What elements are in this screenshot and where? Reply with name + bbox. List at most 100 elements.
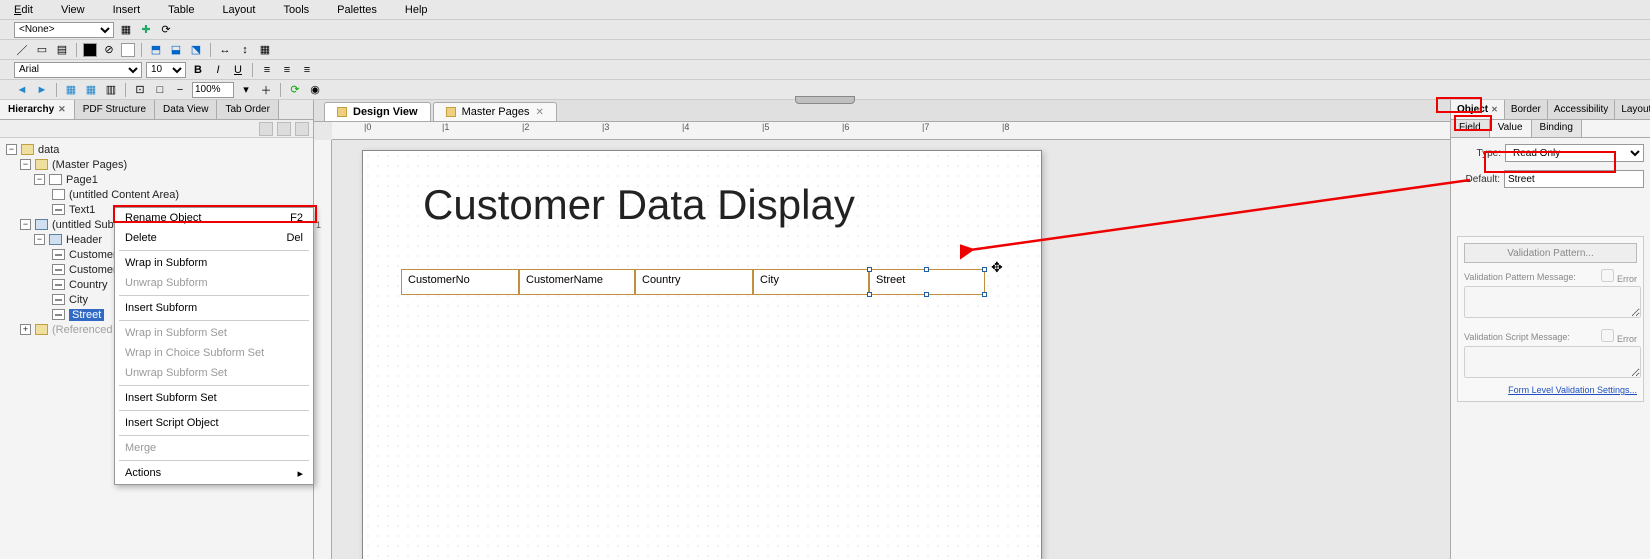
move-down-icon[interactable] [277, 122, 291, 136]
no-stroke-icon[interactable]: ⊘ [101, 42, 117, 58]
border-icon[interactable]: ▤ [54, 42, 70, 58]
manage-style-icon[interactable]: ⟳ [158, 22, 174, 38]
tab-border[interactable]: Border [1505, 100, 1548, 119]
menu-tools[interactable]: Tools [283, 4, 309, 16]
menu-layout[interactable]: Layout [222, 4, 255, 16]
group-icon[interactable]: ▦ [257, 42, 273, 58]
font-size[interactable]: 10 [146, 62, 186, 78]
zoom-fit-icon[interactable]: ⊡ [132, 82, 148, 98]
form-validation-link[interactable]: Form Level Validation Settings... [1464, 385, 1637, 395]
subtab-value[interactable]: Value [1490, 120, 1532, 137]
options-icon[interactable] [295, 122, 309, 136]
align-left-obj-icon[interactable]: ⬒ [148, 42, 164, 58]
field-city[interactable]: City [753, 269, 869, 295]
bold-icon[interactable]: B [190, 62, 206, 78]
tab-hierarchy[interactable]: Hierarchy✕ [0, 100, 75, 119]
expand-icon[interactable]: + [20, 324, 31, 335]
preview-icon[interactable]: ◉ [307, 82, 323, 98]
cm-delete[interactable]: DeleteDel [115, 228, 313, 248]
align-center-icon[interactable]: ≡ [279, 62, 295, 78]
subtab-binding[interactable]: Binding [1532, 120, 1582, 137]
align-right-obj-icon[interactable]: ⬔ [188, 42, 204, 58]
cm-actions[interactable]: Actions▸ [115, 463, 313, 484]
field-customerno[interactable]: CustomerNo [401, 269, 519, 295]
tree-root[interactable]: −data [2, 142, 311, 157]
zoom-in-icon[interactable]: ＋ [258, 82, 274, 98]
default-input[interactable] [1504, 170, 1644, 188]
collapse-icon[interactable]: − [34, 234, 45, 245]
tree-content-area[interactable]: (untitled Content Area) [2, 187, 311, 202]
collapse-icon[interactable]: − [6, 144, 17, 155]
type-select[interactable]: Read Only [1505, 144, 1644, 162]
error-checkbox-1[interactable] [1601, 269, 1614, 282]
menu-palettes[interactable]: Palettes [337, 4, 377, 16]
align-center-obj-icon[interactable]: ⬓ [168, 42, 184, 58]
new-style-icon[interactable]: ✚ [138, 22, 154, 38]
cm-insert-script[interactable]: Insert Script Object [115, 413, 313, 433]
splitter-grip[interactable] [795, 96, 855, 104]
tab-layout[interactable]: Layout [1615, 100, 1650, 119]
font-family[interactable]: Arial [14, 62, 142, 78]
tab-pdf-structure[interactable]: PDF Structure [75, 100, 155, 119]
tab-accessibility[interactable]: Accessibility [1548, 100, 1615, 119]
canvas-scroll[interactable]: Customer Data Display CustomerNo Custome… [332, 140, 1450, 559]
menu-table[interactable]: Table [168, 4, 194, 16]
val-script-msg-text[interactable] [1464, 346, 1641, 378]
menu-bar: EEditdit View Insert Table Layout Tools … [0, 0, 1650, 20]
menu-edit[interactable]: EEditdit [14, 4, 33, 16]
tree-page1[interactable]: −Page1 [2, 172, 311, 187]
close-icon[interactable]: ✕ [58, 104, 66, 115]
underline-icon[interactable]: U [230, 62, 246, 78]
collapse-icon[interactable]: − [20, 219, 31, 230]
zoom-out-icon[interactable]: − [172, 82, 188, 98]
menu-insert[interactable]: Insert [113, 4, 141, 16]
zoom-actual-icon[interactable]: □ [152, 82, 168, 98]
cm-wrap-subform[interactable]: Wrap in Subform [115, 253, 313, 273]
tab-design-view[interactable]: Design View [324, 102, 431, 121]
error-checkbox-2[interactable] [1601, 329, 1614, 342]
field-country[interactable]: Country [635, 269, 753, 295]
subtab-field[interactable]: Field [1451, 120, 1490, 137]
tab-master-pages[interactable]: Master Pages✕ [433, 102, 557, 121]
close-icon[interactable]: ✕ [535, 107, 543, 118]
align-right-icon[interactable]: ≡ [299, 62, 315, 78]
nav-back-icon[interactable]: ◄ [14, 82, 30, 98]
apply-style-icon[interactable]: ▦ [118, 22, 134, 38]
menu-help[interactable]: Help [405, 4, 428, 16]
guides-icon[interactable]: ▥ [103, 82, 119, 98]
close-icon[interactable]: ✕ [1491, 105, 1498, 114]
field-street[interactable]: Street [869, 269, 985, 295]
tab-object[interactable]: Object✕ [1451, 100, 1505, 119]
snap-icon[interactable]: ▦ [83, 82, 99, 98]
move-up-icon[interactable] [259, 122, 273, 136]
rect-icon[interactable]: ▭ [34, 42, 50, 58]
menu-view[interactable]: View [61, 4, 85, 16]
val-pattern-msg-text[interactable] [1464, 286, 1641, 318]
align-left-icon[interactable]: ≡ [259, 62, 275, 78]
stroke-color[interactable] [83, 43, 97, 57]
design-page[interactable]: Customer Data Display CustomerNo Custome… [362, 150, 1042, 559]
collapse-icon[interactable]: − [20, 159, 31, 170]
tree-master-pages[interactable]: −(Master Pages) [2, 157, 311, 172]
field-customername[interactable]: CustomerName [519, 269, 635, 295]
page-title[interactable]: Customer Data Display [423, 181, 855, 229]
italic-icon[interactable]: I [210, 62, 226, 78]
zoom-dropdown-icon[interactable]: ▾ [238, 82, 254, 98]
validation-pattern-button[interactable]: Validation Pattern... [1464, 243, 1637, 263]
dist-v-icon[interactable]: ↕ [237, 42, 253, 58]
line-icon[interactable]: ／ [14, 42, 30, 58]
collapse-icon[interactable]: − [34, 174, 45, 185]
tab-data-view[interactable]: Data View [155, 100, 217, 119]
fill-color[interactable] [121, 43, 135, 57]
cm-rename[interactable]: Rename ObjectF2 [115, 208, 313, 228]
nav-fwd-icon[interactable]: ► [34, 82, 50, 98]
cm-insert-subform[interactable]: Insert Subform [115, 298, 313, 318]
canvas-area: Design View Master Pages✕ |0|1|2|3|4|5|6… [314, 100, 1450, 559]
cm-insert-set[interactable]: Insert Subform Set [115, 388, 313, 408]
dist-h-icon[interactable]: ↔ [217, 42, 233, 58]
tab-tab-order[interactable]: Tab Order [217, 100, 278, 119]
style-selector[interactable]: <None> [14, 22, 114, 38]
grid-icon[interactable]: ▦ [63, 82, 79, 98]
zoom-value[interactable] [192, 82, 234, 98]
refresh-icon[interactable]: ⟳ [287, 82, 303, 98]
